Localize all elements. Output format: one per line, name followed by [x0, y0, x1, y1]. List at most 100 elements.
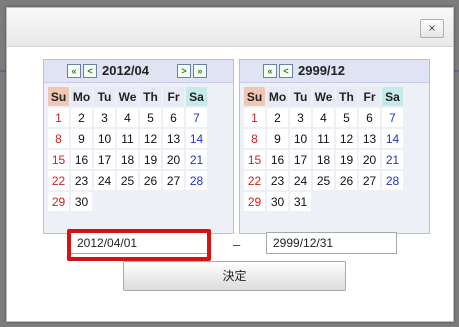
weekday-header: Mo — [267, 87, 288, 106]
day-cell[interactable]: 29 — [244, 192, 265, 211]
prev-month-button[interactable]: < — [279, 64, 293, 78]
empty-cell — [313, 192, 334, 211]
day-cell[interactable]: 9 — [267, 129, 288, 148]
prev-year-button[interactable]: « — [263, 64, 277, 78]
empty-cell — [382, 192, 403, 211]
prev-year-button[interactable]: « — [67, 64, 81, 78]
weekday-header: Tu — [290, 87, 311, 106]
decide-button[interactable]: 決定 — [123, 261, 346, 291]
day-cell[interactable]: 4 — [313, 108, 334, 127]
close-button[interactable]: × — [420, 19, 444, 38]
day-cell[interactable]: 10 — [94, 129, 115, 148]
weekday-row: Su Mo Tu We Th Fr Sa — [48, 87, 207, 106]
empty-cell — [140, 192, 161, 211]
day-cell[interactable]: 4 — [117, 108, 138, 127]
day-cell[interactable]: 14 — [382, 129, 403, 148]
day-cell[interactable]: 19 — [140, 150, 161, 169]
week-row: 1234567 — [244, 108, 403, 127]
day-cell[interactable]: 1 — [244, 108, 265, 127]
day-cell[interactable]: 13 — [359, 129, 380, 148]
day-cell[interactable]: 8 — [48, 129, 69, 148]
week-row: 8 9 10 11 12 13 14 — [48, 129, 207, 148]
day-cell[interactable]: 18 — [313, 150, 334, 169]
day-cell[interactable]: 18 — [117, 150, 138, 169]
day-cell[interactable]: 5 — [336, 108, 357, 127]
day-cell[interactable]: 2 — [71, 108, 92, 127]
day-cell[interactable]: 21 — [382, 150, 403, 169]
date-range-dialog: × « < 2012/04 > » Su Mo Tu We Th Fr Sa 1 2 3 4 5 6 7 8… — [6, 7, 454, 322]
day-cell[interactable]: 12 — [336, 129, 357, 148]
day-cell[interactable]: 15 — [244, 150, 265, 169]
calendar-month-title: 2999/12 — [298, 63, 345, 78]
day-cell[interactable]: 31 — [290, 192, 311, 211]
day-cell[interactable]: 30 — [71, 192, 92, 211]
day-cell[interactable]: 6 — [359, 108, 380, 127]
day-cell[interactable]: 7 — [382, 108, 403, 127]
day-cell[interactable]: 11 — [117, 129, 138, 148]
weekday-header: We — [117, 87, 138, 106]
day-cell[interactable]: 15 — [48, 150, 69, 169]
day-cell[interactable]: 25 — [313, 171, 334, 190]
day-cell[interactable]: 8 — [244, 129, 265, 148]
day-cell[interactable]: 23 — [267, 171, 288, 190]
week-row: 29 30 31 — [244, 192, 403, 211]
weekday-header: Mo — [71, 87, 92, 106]
day-cell[interactable]: 24 — [290, 171, 311, 190]
calendar-month-title: 2012/04 — [102, 63, 149, 78]
prev-month-button[interactable]: < — [83, 64, 97, 78]
day-cell[interactable]: 20 — [163, 150, 184, 169]
day-cell[interactable]: 21 — [186, 150, 207, 169]
day-cell[interactable]: 6 — [163, 108, 184, 127]
week-row: 15 16 17 18 19 20 21 — [48, 150, 207, 169]
day-cell[interactable]: 5 — [140, 108, 161, 127]
end-date-input[interactable] — [266, 232, 397, 254]
day-cell[interactable]: 2 — [267, 108, 288, 127]
day-cell[interactable]: 12 — [140, 129, 161, 148]
weekday-header: We — [313, 87, 334, 106]
day-cell[interactable]: 26 — [336, 171, 357, 190]
next-month-button[interactable]: > — [177, 64, 191, 78]
weekday-header: Th — [140, 87, 161, 106]
dialog-titlebar: × — [7, 8, 453, 47]
day-cell[interactable]: 24 — [94, 171, 115, 190]
calendar-grid: Su Mo Tu We Th Fr Sa 1 2 3 4 5 6 7 8 9 10 11 12 13 14 15 16 17 1… — [46, 85, 209, 213]
day-cell[interactable]: 10 — [290, 129, 311, 148]
day-cell[interactable]: 7 — [186, 108, 207, 127]
day-cell[interactable]: 28 — [382, 171, 403, 190]
day-cell[interactable]: 20 — [359, 150, 380, 169]
day-cell[interactable]: 3 — [94, 108, 115, 127]
day-cell[interactable]: 22 — [48, 171, 69, 190]
weekday-header: Sa — [186, 87, 207, 106]
week-row: 8 9 10 11 12 13 14 — [244, 129, 403, 148]
day-cell[interactable]: 29 — [48, 192, 69, 211]
weekday-header: Sa — [382, 87, 403, 106]
weekday-header: Tu — [94, 87, 115, 106]
day-cell[interactable]: 25 — [117, 171, 138, 190]
day-cell[interactable]: 14 — [186, 129, 207, 148]
day-cell[interactable]: 23 — [71, 171, 92, 190]
day-cell[interactable]: 17 — [290, 150, 311, 169]
day-cell[interactable]: 30 — [267, 192, 288, 211]
day-cell[interactable]: 13 — [163, 129, 184, 148]
weekday-header: Fr — [359, 87, 380, 106]
day-cell[interactable]: 17 — [94, 150, 115, 169]
day-cell[interactable]: 16 — [267, 150, 288, 169]
weekday-header: Su — [244, 87, 265, 106]
day-cell[interactable]: 22 — [244, 171, 265, 190]
calendar-header: « < 2012/04 > » — [44, 60, 233, 83]
day-cell[interactable]: 1 — [48, 108, 69, 127]
day-cell[interactable]: 27 — [359, 171, 380, 190]
empty-cell — [163, 192, 184, 211]
week-row: 22 23 24 25 26 27 28 — [244, 171, 403, 190]
day-cell[interactable]: 19 — [336, 150, 357, 169]
next-year-button[interactable]: » — [193, 64, 207, 78]
day-cell[interactable]: 28 — [186, 171, 207, 190]
empty-cell — [94, 192, 115, 211]
week-row: 15 16 17 18 19 20 21 — [244, 150, 403, 169]
day-cell[interactable]: 27 — [163, 171, 184, 190]
day-cell[interactable]: 11 — [313, 129, 334, 148]
day-cell[interactable]: 3 — [290, 108, 311, 127]
day-cell[interactable]: 16 — [71, 150, 92, 169]
day-cell[interactable]: 9 — [71, 129, 92, 148]
day-cell[interactable]: 26 — [140, 171, 161, 190]
